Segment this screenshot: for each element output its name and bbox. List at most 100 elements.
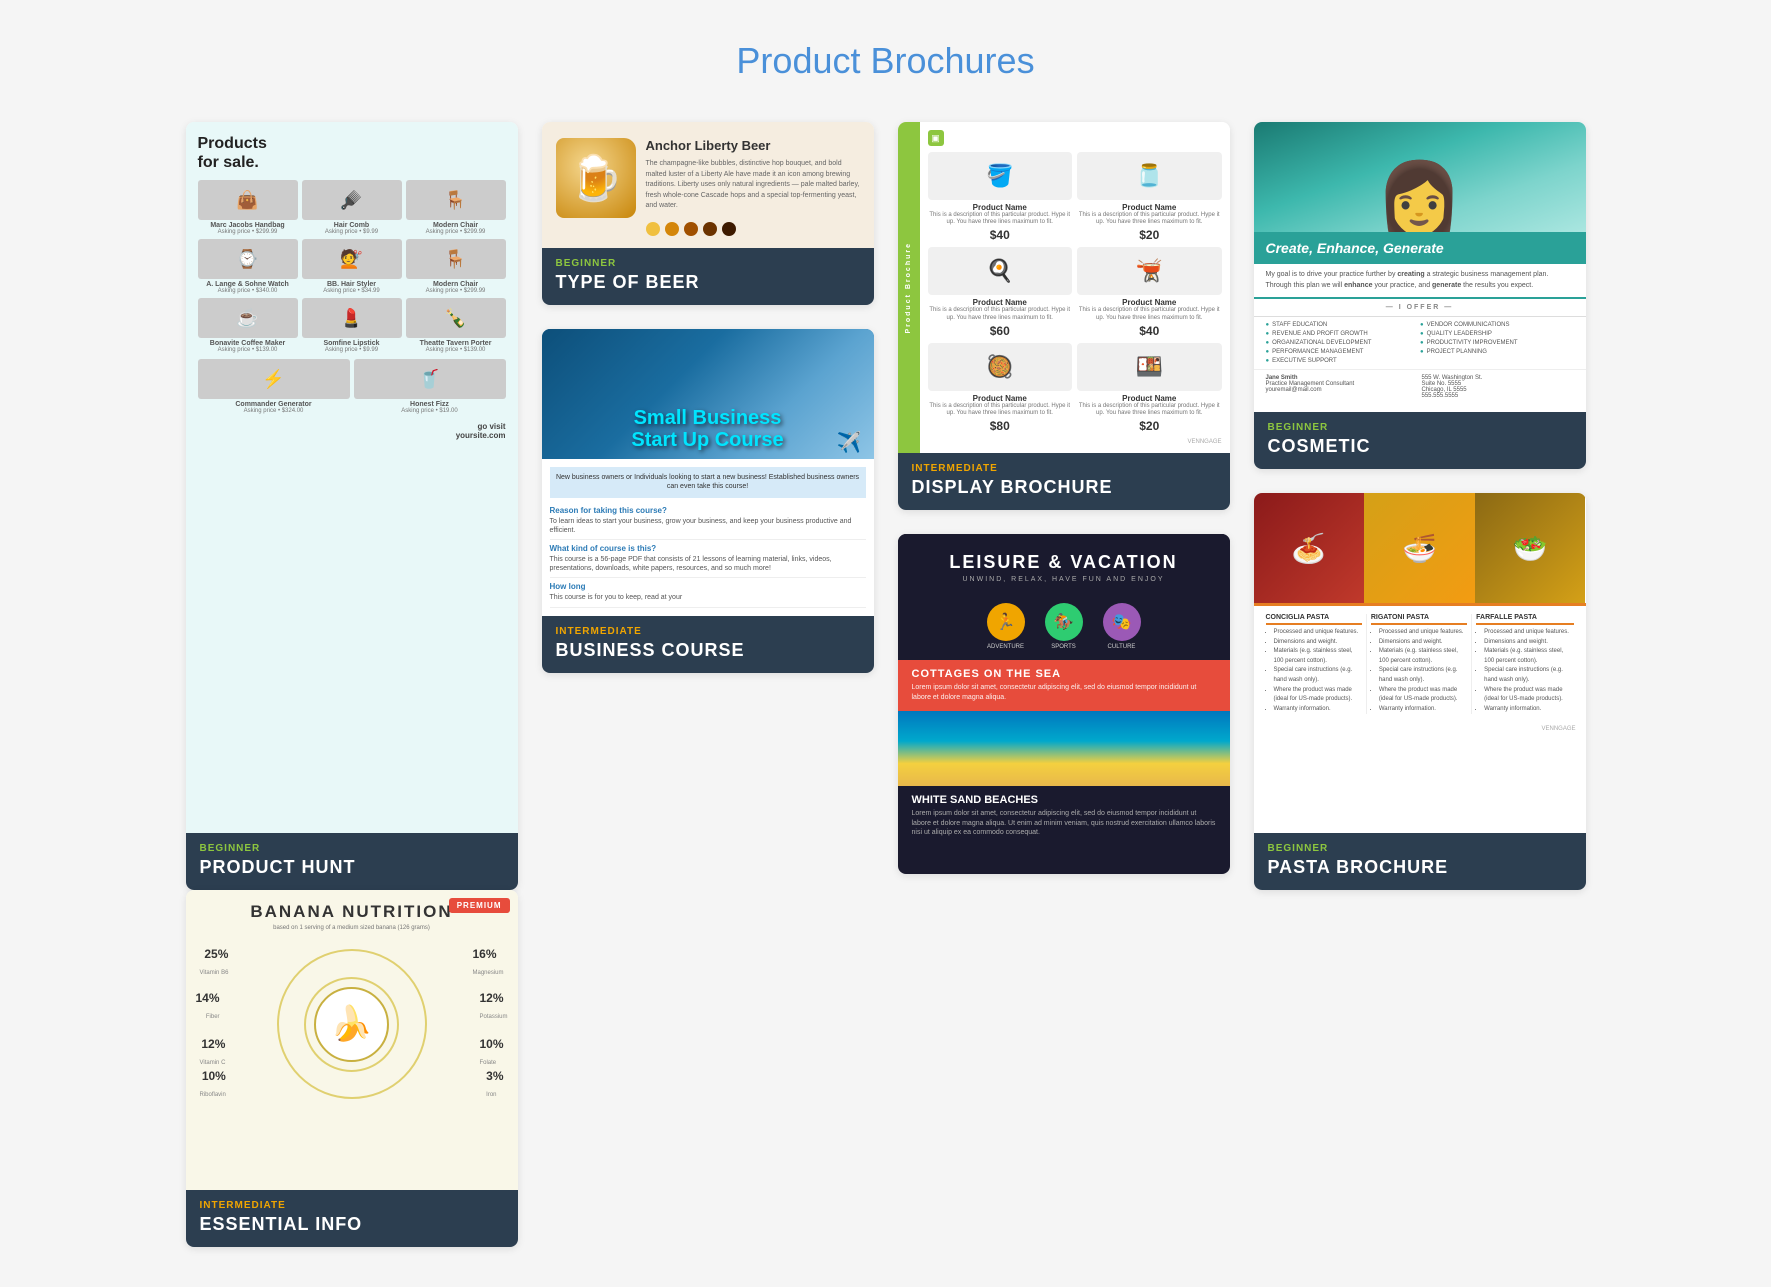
banana-stat: 16% Magnesium bbox=[472, 947, 503, 979]
beer-color-swatches bbox=[646, 222, 860, 236]
level-badge: BEGINNER bbox=[1268, 422, 1572, 433]
ph-img: 👜 bbox=[198, 180, 298, 220]
beach-title: WHITE SAND BEACHES bbox=[912, 794, 1216, 806]
service-item: ● PERFORMANCE MANAGEMENT bbox=[1266, 348, 1420, 356]
card-footer: BEGINNER TYPE OF BEER bbox=[542, 248, 874, 305]
beer-name: Anchor Liberty Beer bbox=[646, 138, 860, 153]
banana-stat: 25% Vitamin B6 bbox=[200, 947, 229, 979]
pasta-img-3: 🥗 bbox=[1475, 493, 1586, 603]
pasta-col-list: Processed and unique features. Dimension… bbox=[1371, 628, 1467, 714]
color-swatch bbox=[646, 222, 660, 236]
card-cosmetic[interactable]: 👩 Create, Enhance, Generate My goal is t… bbox=[1254, 122, 1586, 469]
pasta-content-grid: CONCIGLIA PASTA Processed and unique fea… bbox=[1254, 603, 1586, 722]
product-hunt-preview: Productsfor sale. 👜 Marc Jacobs Handbag … bbox=[186, 122, 518, 833]
card-beer[interactable]: 🍺 Anchor Liberty Beer The champagne-like… bbox=[542, 122, 874, 305]
card-footer: INTERMEDIATE DISPLAY BROCHURE bbox=[898, 453, 1230, 510]
leisure-icon-sports: 🏇 SPORTS bbox=[1045, 603, 1083, 650]
list-item: 🪑 Modern Chair Asking price • $299.99 bbox=[406, 180, 506, 235]
beer-preview: 🍺 Anchor Liberty Beer The champagne-like… bbox=[542, 122, 874, 248]
page-title: Product Brochures bbox=[20, 40, 1751, 82]
pasta-img-2: 🍜 bbox=[1364, 493, 1475, 603]
pasta-col-3: FARFALLE PASTA Processed and unique feat… bbox=[1472, 614, 1577, 714]
display-sidebar: Product Brochure bbox=[898, 122, 920, 453]
beer-description: The champagne-like bubbles, distinctive … bbox=[646, 159, 860, 212]
level-badge: INTERMEDIATE bbox=[556, 626, 860, 637]
service-item: ● QUALITY LEADERSHIP bbox=[1420, 330, 1574, 338]
color-swatch bbox=[722, 222, 736, 236]
card-product-hunt[interactable]: Productsfor sale. 👜 Marc Jacobs Handbag … bbox=[186, 122, 518, 890]
banana-stat: 10% Riboflavin bbox=[200, 1069, 226, 1101]
list-item: 🥘 Product Name This is a description of … bbox=[928, 343, 1073, 433]
cottages-title: COTTAGES ON THE SEA bbox=[912, 668, 1216, 680]
list-item: 🪑 Modern Chair Asking price • $299.99 bbox=[406, 239, 506, 294]
service-item: ● REVENUE AND PROFIT GROWTH bbox=[1266, 330, 1420, 338]
biz-qa-item: How long This course is for you to keep,… bbox=[550, 578, 866, 607]
leisure-header: LEISURE & VACATION UNWIND, RELAX, HAVE F… bbox=[898, 534, 1230, 593]
banana-subtitle: based on 1 serving of a medium sized ban… bbox=[196, 925, 508, 931]
biz-qa-item: Reason for taking this course? To learn … bbox=[550, 502, 866, 540]
cottages-text: Lorem ipsum dolor sit amet, consectetur … bbox=[912, 683, 1216, 703]
card-title: TYPE OF BEER bbox=[556, 272, 860, 293]
leisure-beach-section: WHITE SAND BEACHES Lorem ipsum dolor sit… bbox=[898, 786, 1230, 846]
banana-stat: 10% Folate bbox=[479, 1037, 503, 1069]
banana-stat: 12% Potassium bbox=[479, 991, 507, 1023]
list-item: 🥤 Honest Fizz Asking price • $19.00 bbox=[354, 359, 506, 414]
pasta-img-1: 🍝 bbox=[1254, 493, 1365, 603]
list-item: 🫙 Product Name This is a description of … bbox=[1077, 152, 1222, 242]
biz-plane-icon: ✈️ bbox=[837, 430, 862, 455]
cosmetic-contact: Jane SmithPractice Management Consultant… bbox=[1254, 369, 1586, 404]
list-item: 🫕 Product Name This is a description of … bbox=[1077, 247, 1222, 337]
level-badge: BEGINNER bbox=[556, 258, 860, 269]
list-item: 🍳 Product Name This is a description of … bbox=[928, 247, 1073, 337]
card-business-course[interactable]: Small BusinessStart Up Course ✈️ New bus… bbox=[542, 329, 874, 673]
level-badge: INTERMEDIATE bbox=[200, 1200, 504, 1211]
cosmetic-person-icon: 👩 bbox=[1376, 158, 1463, 232]
sports-icon: 🏇 bbox=[1045, 603, 1083, 641]
cosmetic-services-grid: ● STAFF EDUCATION ● VENDOR COMMUNICATION… bbox=[1254, 317, 1586, 369]
banana-chart: 🍌 25% Vitamin B6 16% Magnesium 14% Fiber… bbox=[196, 939, 508, 1109]
service-item: ● STAFF EDUCATION bbox=[1266, 321, 1420, 329]
list-item: 🪮 Hair Comb Asking price • $9.99 bbox=[302, 180, 402, 235]
card-title: PRODUCT HUNT bbox=[200, 857, 504, 878]
card-pasta[interactable]: 🍝 🍜 🥗 CONCIGLIA PASTA Processed and uniq… bbox=[1254, 493, 1586, 890]
cosmetic-tagline-bar: Create, Enhance, Generate bbox=[1254, 232, 1586, 264]
venngage-watermark: VENNGAGE bbox=[1254, 722, 1586, 736]
list-item: 💇 BB. Hair Styler Asking price • $34.99 bbox=[302, 239, 402, 294]
pasta-col-list: Processed and unique features. Dimension… bbox=[1266, 628, 1362, 714]
banana-stat: 3% Iron bbox=[486, 1069, 503, 1101]
card-column-4: 👩 Create, Enhance, Generate My goal is t… bbox=[1254, 122, 1586, 890]
list-item: 🍱 Product Name This is a description of … bbox=[1077, 343, 1222, 433]
list-item: 🍾 Theatte Tavern Porter Asking price • $… bbox=[406, 298, 506, 353]
card-banana[interactable]: PREMIUM BANANA NUTRITION based on 1 serv… bbox=[186, 890, 518, 1247]
level-badge: INTERMEDIATE bbox=[912, 463, 1216, 474]
card-footer: BEGINNER PASTA BROCHURE bbox=[1254, 833, 1586, 890]
card-column-3: Product Brochure ▣ 🪣 Product Name This i… bbox=[898, 122, 1230, 890]
beach-image bbox=[898, 711, 1230, 786]
pasta-preview: 🍝 🍜 🥗 CONCIGLIA PASTA Processed and uniq… bbox=[1254, 493, 1586, 833]
beer-header: 🍺 Anchor Liberty Beer The champagne-like… bbox=[556, 138, 860, 236]
spacer-col3 bbox=[898, 890, 1230, 1247]
card-title: DISPLAY BROCHURE bbox=[912, 477, 1216, 498]
pasta-col-list: Processed and unique features. Dimension… bbox=[1476, 628, 1573, 714]
card-leisure[interactable]: LEISURE & VACATION UNWIND, RELAX, HAVE F… bbox=[898, 534, 1230, 874]
beer-info: Anchor Liberty Beer The champagne-like b… bbox=[646, 138, 860, 236]
list-item: 🪣 Product Name This is a description of … bbox=[928, 152, 1073, 242]
card-footer: INTERMEDIATE BUSINESS COURSE bbox=[542, 616, 874, 673]
pasta-images-row: 🍝 🍜 🥗 bbox=[1254, 493, 1586, 603]
ph-grid: 👜 Marc Jacobs Handbag Asking price • $29… bbox=[198, 180, 506, 353]
card-title: BUSINESS COURSE bbox=[556, 640, 860, 661]
card-display-brochure[interactable]: Product Brochure ▣ 🪣 Product Name This i… bbox=[898, 122, 1230, 510]
service-item: ● EXECUTIVE SUPPORT bbox=[1266, 357, 1420, 365]
biz-qa-item: What kind of course is this? This course… bbox=[550, 540, 866, 578]
ph-heading: Productsfor sale. bbox=[198, 134, 506, 172]
contact-name: Jane SmithPractice Management Consultant… bbox=[1266, 375, 1418, 399]
service-item: ● ORGANIZATIONAL DEVELOPMENT bbox=[1266, 339, 1420, 347]
ph-visit: go visityoursite.com bbox=[198, 422, 506, 440]
leisure-subtitle: UNWIND, RELAX, HAVE FUN AND ENJOY bbox=[914, 576, 1214, 583]
premium-badge: PREMIUM bbox=[449, 898, 510, 913]
biz-course-title: Small BusinessStart Up Course bbox=[631, 407, 783, 451]
display-sidebar-label: Product Brochure bbox=[905, 242, 912, 334]
biz-preview: Small BusinessStart Up Course ✈️ New bus… bbox=[542, 329, 874, 616]
display-grid: 🪣 Product Name This is a description of … bbox=[928, 152, 1222, 433]
spacer-col4 bbox=[1254, 890, 1586, 1247]
